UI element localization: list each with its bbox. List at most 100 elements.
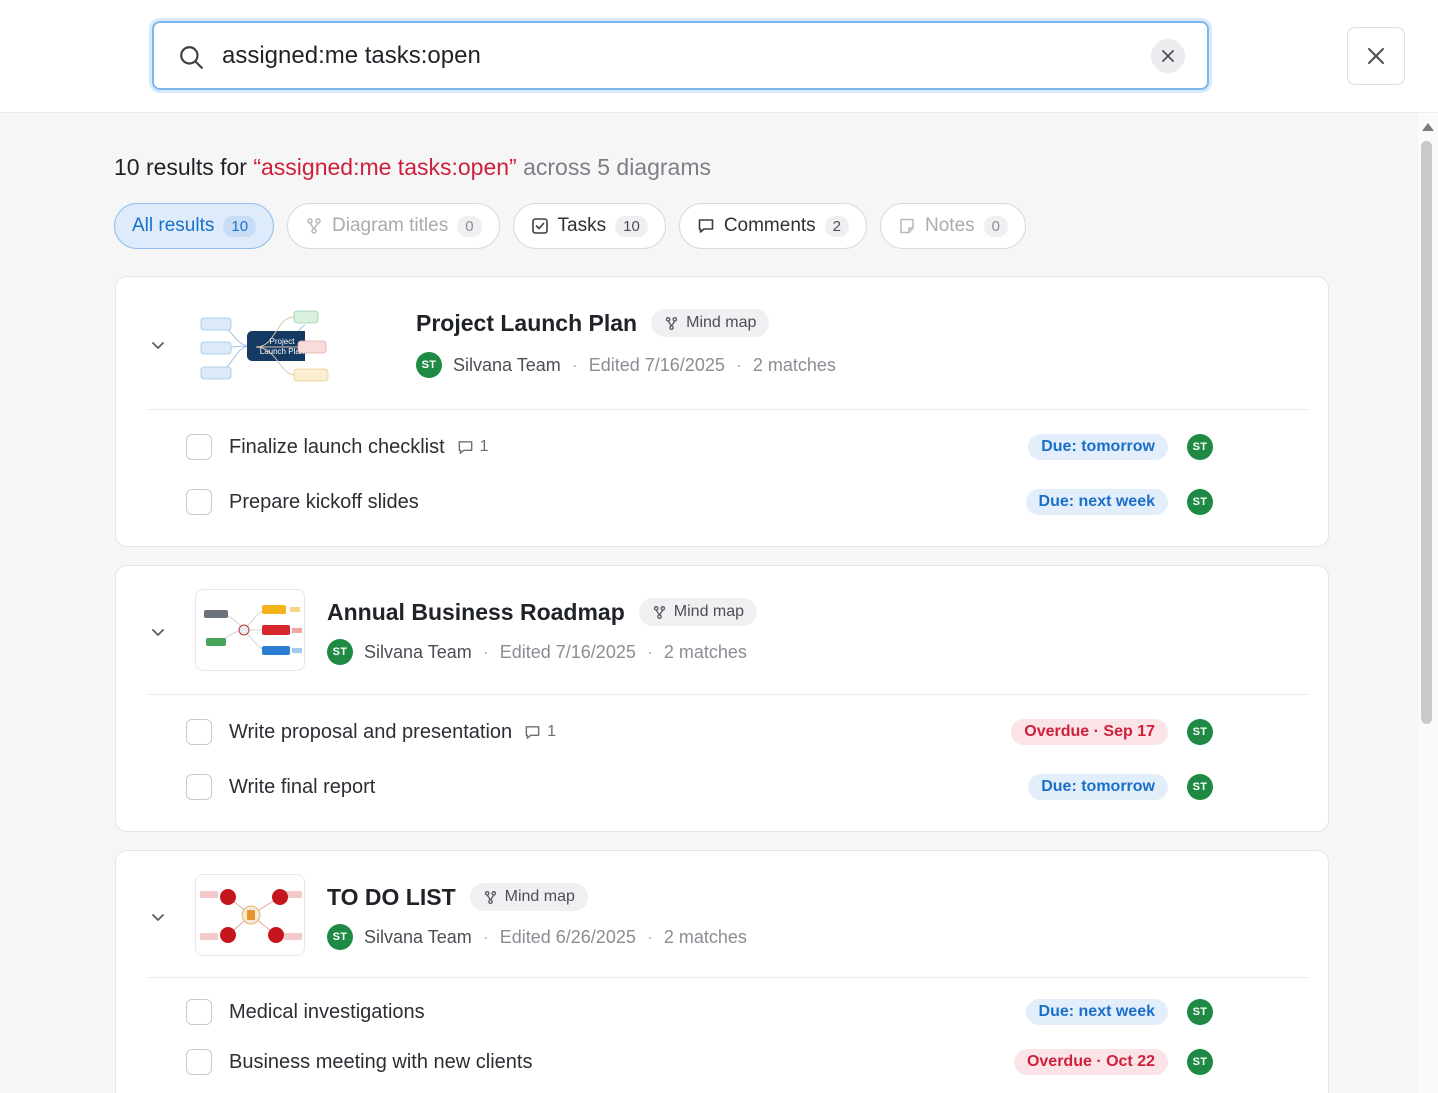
close-icon bbox=[1368, 48, 1384, 64]
assignee-avatar: ST bbox=[1187, 434, 1213, 460]
comment-count[interactable]: 1 bbox=[457, 438, 489, 456]
owner-name: Silvana Team bbox=[453, 354, 561, 375]
match-count: 2 matches bbox=[663, 641, 747, 662]
diagram-type-badge: Mind map bbox=[469, 883, 588, 911]
filter-label: Tasks bbox=[557, 215, 607, 236]
task-label[interactable]: Prepare kickoff slides bbox=[229, 491, 419, 514]
filter-label: Comments bbox=[723, 215, 816, 236]
card-divider bbox=[147, 694, 1310, 695]
owner-name: Silvana Team bbox=[364, 926, 472, 947]
task-row: Medical investigations Due: next week ST bbox=[186, 992, 1213, 1032]
chevron-down-icon[interactable] bbox=[150, 337, 166, 353]
scrollbar[interactable] bbox=[1418, 113, 1438, 1093]
clear-icon bbox=[1162, 50, 1174, 62]
diagram-type-badge: Mind map bbox=[651, 309, 770, 337]
close-search-button[interactable] bbox=[1347, 27, 1405, 85]
chevron-down-icon[interactable] bbox=[150, 909, 166, 925]
filter-diagram-titles[interactable]: Diagram titles 0 bbox=[287, 203, 500, 249]
assignee-avatar: ST bbox=[1187, 1049, 1213, 1075]
meta-separator: · bbox=[482, 641, 489, 662]
filter-notes[interactable]: Notes 0 bbox=[880, 203, 1026, 249]
task-label[interactable]: Write final report bbox=[229, 776, 375, 799]
result-card-to-do-list: TO DO LIST Mind map ST Silvana Team · Ed… bbox=[115, 850, 1329, 1093]
search-header bbox=[0, 0, 1438, 113]
filter-count: 10 bbox=[615, 215, 648, 237]
filter-tasks[interactable]: Tasks 10 bbox=[512, 203, 666, 249]
overdue-badge: Overdue · Sep 17 bbox=[1011, 719, 1168, 745]
task-row: Business meeting with new clients Overdu… bbox=[186, 1042, 1213, 1082]
diagram-type-label: Mind map bbox=[673, 603, 745, 620]
clear-search-button[interactable] bbox=[1151, 39, 1185, 73]
search-input[interactable] bbox=[222, 33, 1122, 78]
meta-separator: · bbox=[735, 354, 742, 375]
comment-count-value: 1 bbox=[479, 438, 489, 455]
assignee-avatar: ST bbox=[1187, 774, 1213, 800]
task-checkbox[interactable] bbox=[186, 999, 212, 1025]
assignee-avatar: ST bbox=[1187, 719, 1213, 745]
meta-separator: · bbox=[646, 926, 653, 947]
task-row: Write final report Due: tomorrow ST bbox=[186, 767, 1213, 807]
meta-separator: · bbox=[646, 641, 653, 662]
mindmap-branches-image bbox=[256, 310, 329, 382]
comment-icon bbox=[525, 725, 540, 739]
diagram-thumbnail[interactable] bbox=[195, 589, 305, 671]
assignee-avatar: ST bbox=[1187, 999, 1213, 1025]
task-checkbox[interactable] bbox=[186, 774, 212, 800]
edited-date: Edited 7/16/2025 bbox=[588, 354, 725, 375]
filter-label: Diagram titles bbox=[332, 215, 449, 236]
diagram-title[interactable]: TO DO LIST bbox=[327, 884, 456, 911]
diagram-title[interactable]: Annual Business Roadmap bbox=[327, 599, 625, 626]
task-row: Write proposal and presentation 1 Overdu… bbox=[186, 712, 1213, 752]
scroll-thumb[interactable] bbox=[1421, 141, 1432, 724]
mindmap-icon bbox=[484, 890, 496, 904]
filter-count: 0 bbox=[457, 215, 482, 237]
diagram-type-label: Mind map bbox=[504, 888, 575, 905]
comment-count-value: 1 bbox=[547, 723, 557, 740]
due-badge: Due: tomorrow bbox=[1028, 434, 1168, 460]
task-checkbox[interactable] bbox=[186, 1049, 212, 1075]
results-summary: 10 results for “assigned:me tasks:open” … bbox=[114, 154, 711, 181]
match-count: 2 matches bbox=[752, 354, 836, 375]
avatar: ST bbox=[327, 639, 353, 665]
mindmap-icon bbox=[665, 316, 678, 330]
filter-label: All results bbox=[132, 215, 215, 236]
comment-icon bbox=[458, 440, 473, 454]
task-label[interactable]: Write proposal and presentation bbox=[229, 721, 512, 744]
assignee-avatar: ST bbox=[1187, 489, 1213, 515]
filter-label: Notes bbox=[925, 215, 975, 236]
task-label[interactable]: Business meeting with new clients bbox=[229, 1051, 532, 1074]
thumbnail-right-branches bbox=[256, 303, 366, 385]
results-query: “assigned:me tasks:open” bbox=[253, 154, 517, 180]
avatar: ST bbox=[416, 352, 442, 378]
diagram-thumbnail[interactable] bbox=[195, 874, 305, 956]
todo-thumbnail-image bbox=[200, 889, 302, 943]
comment-count[interactable]: 1 bbox=[524, 723, 556, 741]
filter-all-results[interactable]: All results 10 bbox=[114, 203, 275, 249]
meta-separator: · bbox=[482, 926, 489, 947]
scroll-up-arrow[interactable] bbox=[1422, 123, 1434, 131]
task-row: Prepare kickoff slides Due: next week ST bbox=[186, 482, 1213, 522]
due-badge: Due: next week bbox=[1025, 489, 1168, 515]
diagram-title[interactable]: Project Launch Plan bbox=[416, 310, 637, 337]
filter-comments[interactable]: Comments 2 bbox=[678, 203, 868, 249]
edited-date: Edited 6/26/2025 bbox=[499, 926, 636, 947]
task-checkbox[interactable] bbox=[186, 489, 212, 515]
due-badge: Due: tomorrow bbox=[1028, 774, 1168, 800]
meta-separator: · bbox=[571, 354, 578, 375]
note-icon bbox=[900, 218, 914, 234]
diagram-type-badge: Mind map bbox=[638, 598, 758, 626]
search-icon bbox=[180, 46, 203, 69]
results-scope: across 5 diagrams bbox=[516, 154, 712, 180]
chevron-down-icon[interactable] bbox=[150, 624, 166, 640]
filter-chips: All results 10 Diagram titles 0 Tasks 10… bbox=[114, 203, 1026, 249]
task-label[interactable]: Medical investigations bbox=[229, 1001, 425, 1024]
results-count: 10 results for bbox=[114, 154, 254, 180]
roadmap-thumbnail-image bbox=[204, 605, 302, 655]
task-checkbox[interactable] bbox=[186, 719, 212, 745]
due-badge: Due: next week bbox=[1025, 999, 1168, 1025]
comment-icon bbox=[698, 219, 714, 233]
task-label[interactable]: Finalize launch checklist bbox=[229, 436, 445, 459]
card-divider bbox=[147, 977, 1310, 978]
task-checkbox[interactable] bbox=[186, 434, 212, 460]
search-box[interactable] bbox=[152, 21, 1209, 90]
